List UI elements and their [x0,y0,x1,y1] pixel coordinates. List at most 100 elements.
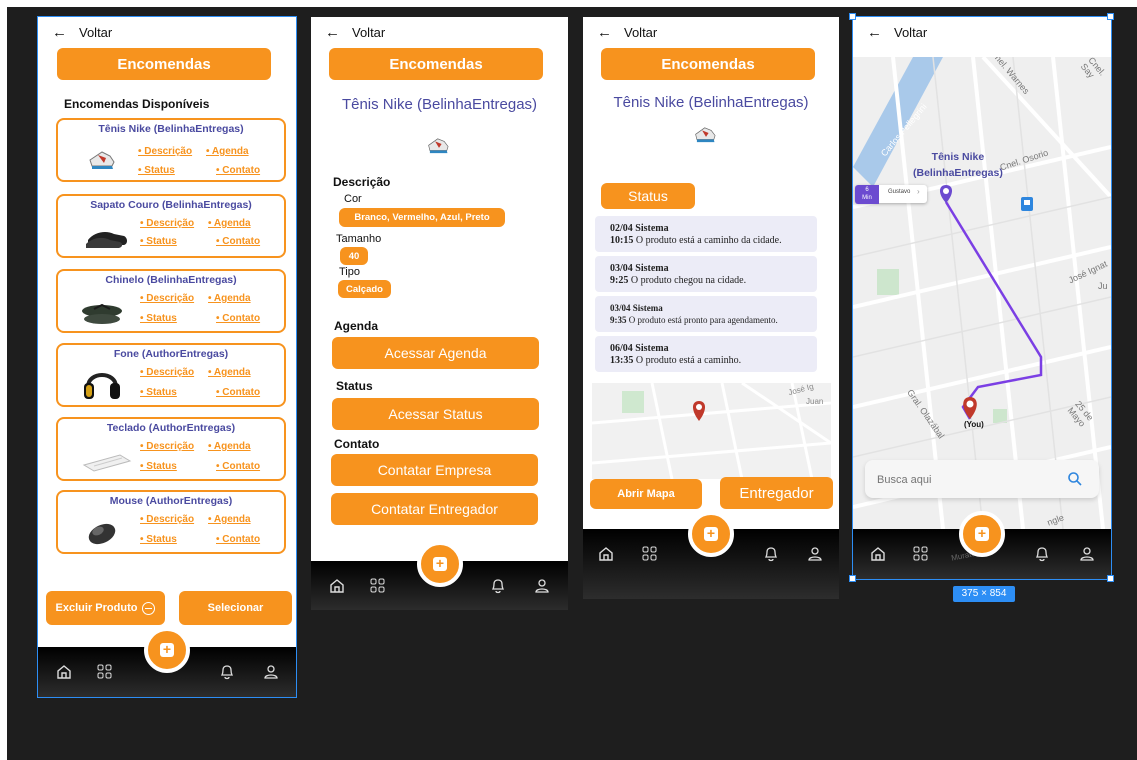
encomendas-title-button[interactable]: Encomendas [601,48,815,80]
back-link[interactable]: ← Voltar [52,23,112,41]
plus-icon: + [977,525,987,541]
sandal-image [82,303,122,324]
link-status[interactable]: • Status [140,461,177,472]
delete-product-button[interactable]: Excluir Produto [46,591,165,625]
driver-eta-tag[interactable]: 6 Min Gustavo › [855,185,927,204]
event-text: O produto chegou na cidade. [630,275,747,286]
profile-icon[interactable] [1078,545,1096,563]
back-link[interactable]: ← Voltar [325,23,385,41]
link-descricao[interactable]: • Descrição [138,146,192,157]
resize-handle[interactable] [849,575,856,582]
back-label: Voltar [894,24,928,40]
add-fab-button[interactable]: + [144,627,190,673]
link-status[interactable]: • Status [140,387,177,398]
event-text: O produto está a caminho da cidade. [635,235,782,246]
link-agenda[interactable]: • Agenda [208,514,251,525]
profile-icon[interactable] [533,577,551,595]
cor-value-chip: Branco, Vermelho, Azul, Preto [339,208,505,227]
link-contato[interactable]: • Contato [216,461,260,472]
home-icon[interactable] [869,545,887,563]
link-descricao[interactable]: • Descrição [140,218,194,229]
back-link[interactable]: ← Voltar [597,23,657,41]
grid-icon[interactable] [641,545,659,563]
link-status[interactable]: • Status [140,236,177,247]
add-fab-button[interactable]: + [417,541,463,587]
contact-company-button[interactable]: Contatar Empresa [331,454,538,486]
grid-icon[interactable] [912,545,930,563]
link-contato[interactable]: • Contato [216,236,260,247]
back-link[interactable]: ← Voltar [867,23,927,41]
link-status[interactable]: • Status [140,534,177,545]
open-map-button[interactable]: Abrir Mapa [590,479,702,509]
back-label: Voltar [352,24,386,40]
product-card-tenis[interactable]: Tênis Nike (BelinhaEntregas) • Descrição… [56,118,286,182]
tamanho-label: Tamanho [336,233,382,245]
mini-map[interactable]: José Ig Juan [592,383,831,479]
product-card-name: Teclado (AuthorEntregas) [106,422,236,434]
contact-courier-button[interactable]: Contatar Entregador [331,493,538,525]
link-agenda[interactable]: • Agenda [206,146,249,157]
grid-icon[interactable] [96,663,114,681]
event-date: 03/04 [610,303,631,313]
product-card-mouse[interactable]: Mouse (AuthorEntregas) • Descrição • Age… [56,490,286,554]
link-status[interactable]: • Status [138,165,175,176]
grid-icon[interactable] [369,577,387,595]
product-card-name: Sapato Couro (BelinhaEntregas) [90,199,252,211]
resize-handle[interactable] [1107,13,1114,20]
screen-encomendas-list: ← Voltar Encomendas Encomendas Disponíve… [38,17,296,697]
resize-handle[interactable] [1107,575,1114,582]
status-heading: Status [336,379,373,393]
access-agenda-button[interactable]: Acessar Agenda [332,337,539,369]
link-contato[interactable]: • Contato [216,165,260,176]
link-descricao[interactable]: • Descrição [140,514,194,525]
tracking-map[interactable]: Carlos Pellegrini Cnel. Warnes Cnel. Say… [853,57,1111,529]
chevron-right-icon: › [917,187,920,196]
encomendas-title-button[interactable]: Encomendas [57,48,271,80]
link-agenda[interactable]: • Agenda [208,293,251,304]
product-card-teclado[interactable]: Teclado (AuthorEntregas) • Descrição • A… [56,417,286,481]
search-input[interactable] [875,469,1059,491]
link-contato[interactable]: • Contato [216,387,260,398]
search-bar[interactable] [865,460,1099,498]
sneaker-image [695,127,716,143]
back-arrow-icon: ← [325,23,340,41]
encomendas-title-button[interactable]: Encomendas [329,48,543,80]
home-icon[interactable] [597,545,615,563]
link-agenda[interactable]: • Agenda [208,441,251,452]
profile-icon[interactable] [262,663,280,681]
link-agenda[interactable]: • Agenda [208,367,251,378]
resize-handle[interactable] [849,13,856,20]
home-icon[interactable] [55,663,73,681]
leather-shoe-image [86,232,127,248]
search-icon[interactable] [1067,471,1083,487]
back-label: Voltar [624,24,658,40]
bell-icon[interactable] [1033,545,1051,563]
select-button[interactable]: Selecionar [179,591,292,625]
link-contato[interactable]: • Contato [216,313,260,324]
tipo-label: Tipo [339,266,360,278]
add-fab-button[interactable]: + [959,511,1005,557]
access-status-button[interactable]: Acessar Status [332,398,539,430]
link-descricao[interactable]: • Descrição [140,441,194,452]
link-descricao[interactable]: • Descrição [140,367,194,378]
bell-icon[interactable] [489,577,507,595]
product-card-name: Chinelo (BelinhaEntregas) [105,274,237,286]
product-card-chinelo[interactable]: Chinelo (BelinhaEntregas) • Descrição • … [56,269,286,333]
add-fab-button[interactable]: + [688,511,734,557]
link-status[interactable]: • Status [140,313,177,324]
screen-product-detail: ← Voltar Encomendas Tênis Nike (BelinhaE… [311,17,568,610]
link-agenda[interactable]: • Agenda [208,218,251,229]
home-icon[interactable] [328,577,346,595]
status-event: 02/04 Sistema 10:15 O produto está a cam… [595,216,817,252]
courier-button[interactable]: Entregador [720,477,833,509]
agenda-heading: Agenda [334,319,379,333]
bell-icon[interactable] [762,545,780,563]
profile-icon[interactable] [806,545,824,563]
bell-icon[interactable] [218,663,236,681]
link-contato[interactable]: • Contato [216,534,260,545]
link-descricao[interactable]: • Descrição [140,293,194,304]
product-card-sapato[interactable]: Sapato Couro (BelinhaEntregas) • Descriç… [56,194,286,258]
map-streets [853,57,1111,529]
status-button[interactable]: Status [601,183,695,209]
product-card-fone[interactable]: Fone (AuthorEntregas) • Descrição • Agen… [56,343,286,407]
